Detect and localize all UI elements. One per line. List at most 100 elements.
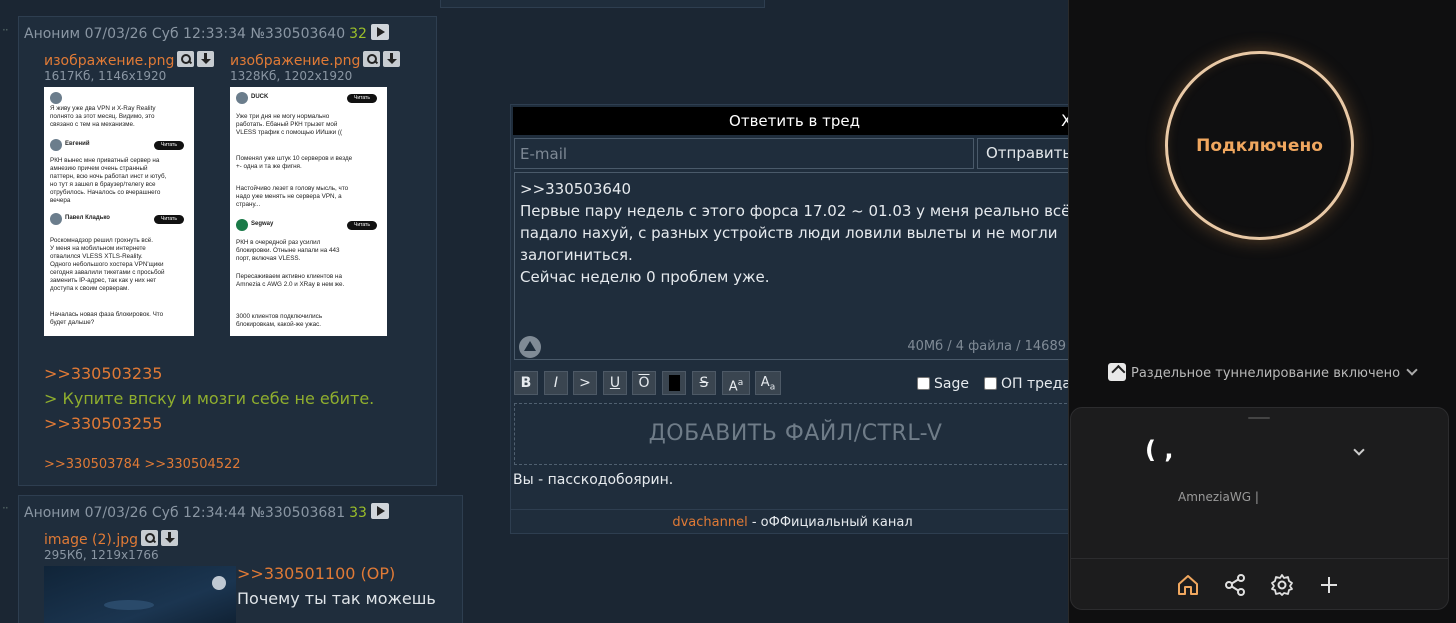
avatar: [50, 139, 62, 151]
search-icon[interactable]: [363, 51, 381, 67]
post-number[interactable]: №330503681: [250, 505, 345, 521]
post-collapse-handle[interactable]: ··: [2, 501, 9, 515]
thumb-text: надо уже менять не сервера VPN, а: [236, 193, 342, 200]
protocol-label: AmneziaWG |: [1178, 490, 1259, 504]
reply-link-op[interactable]: >>330501100 (OP): [237, 564, 395, 583]
avatar: [50, 213, 62, 225]
post-collapse-handle[interactable]: ··: [2, 23, 9, 37]
superscript-button[interactable]: Aa: [722, 371, 750, 395]
strike-button[interactable]: S: [692, 371, 716, 395]
sage-label: Sage: [934, 376, 969, 392]
file-link[interactable]: изображение.png: [230, 53, 360, 69]
download-icon[interactable]: [383, 51, 401, 67]
thumb-text: амнезию причем очень странный: [50, 165, 148, 172]
server-name[interactable]: ( ,: [1145, 436, 1173, 464]
reply-link[interactable]: >>330503235: [44, 364, 162, 383]
reply-form-title[interactable]: Ответить в тред X: [513, 107, 1076, 135]
thumb-text: отвалился VLESS XTLS-Reality.: [50, 253, 143, 260]
thumb-text: будет дальше?: [50, 319, 95, 326]
form-footer: dvachannel - оФФициальный канал: [511, 509, 1074, 530]
overline-button[interactable]: O: [632, 371, 656, 395]
underline-button[interactable]: U: [603, 371, 627, 395]
thumb-text: У меня на мобильном интернете: [50, 245, 146, 252]
file-info-1: изображение.png 1617Кб, 1146x1920: [44, 50, 215, 83]
message-textarea[interactable]: >>330503640 Первые пару недель с этого ф…: [514, 172, 1077, 360]
greentext-quote: > Купите впску и мозги себе не ебите.: [44, 389, 375, 408]
op-checkbox[interactable]: ОП треда: [984, 376, 1071, 392]
post-330503640: Аноним 07/03/26 Суб 12:33:34 №330503640 3…: [18, 16, 437, 486]
avatar: [236, 92, 248, 104]
split-tunneling-toggle[interactable]: Раздельное туннелирование включено: [1108, 363, 1418, 381]
thumb-button: Читать: [347, 221, 377, 230]
italic-button[interactable]: I: [544, 371, 568, 395]
post-header: Аноним 07/03/26 Суб 12:34:44 №330503681 3…: [24, 503, 389, 521]
reply-form: Ответить в тред X E-mail Отправить >>330…: [510, 104, 1077, 534]
logo-icon: [519, 336, 541, 358]
post-author: Аноним: [24, 505, 81, 521]
thumb-text: сегодня завалили тикетами с просьбой: [50, 269, 165, 276]
thumb-text: заменить IP-адрес, так как у них нет: [50, 277, 157, 284]
email-field[interactable]: E-mail: [514, 138, 974, 169]
image-thumbnail[interactable]: Я живу уже два VPN и X-Ray Reality полня…: [44, 87, 194, 336]
thumb-text: +- одна и та же фигня.: [236, 163, 302, 170]
reply-form-title-text: Ответить в тред: [729, 112, 860, 130]
checkbox-box[interactable]: [984, 377, 997, 390]
map-land-shape: [104, 600, 154, 610]
search-icon[interactable]: [177, 51, 195, 67]
subscript-button[interactable]: Aa: [755, 371, 781, 395]
footer-text: - оФФициальный канал: [747, 515, 913, 530]
post-number[interactable]: №330503640: [250, 26, 345, 42]
thumb-text: порт, включая VLESS.: [236, 255, 301, 262]
thumb-button: Читать: [347, 94, 377, 103]
thumb-text: Пересаживаем активно клиентов на: [236, 273, 342, 280]
thumb-text: полнято за этот месяц. Видимо, это: [50, 113, 155, 120]
spoiler-icon: [669, 375, 680, 391]
file-link[interactable]: изображение.png: [44, 53, 174, 69]
spoiler-button[interactable]: [662, 371, 686, 395]
file-meta: 295Кб, 1219x1766: [44, 548, 159, 562]
file-info-2: изображение.png 1328Кб, 1202x1920: [230, 50, 401, 83]
file-meta: 1617Кб, 1146x1920: [44, 69, 167, 83]
image-thumbnail[interactable]: DUCK Читать Уже три дня не могу нормальн…: [230, 87, 387, 336]
channel-link[interactable]: dvachannel: [672, 515, 747, 530]
send-button[interactable]: Отправить: [977, 138, 1077, 169]
chevron-down-icon: [1406, 364, 1418, 376]
add-icon[interactable]: [1316, 572, 1342, 598]
server-sheet: [1070, 407, 1449, 610]
split-tunnel-icon: [1108, 363, 1126, 381]
thumb-text: РКН в очередной раз усилил: [236, 239, 321, 246]
post-replies-count: 32: [349, 26, 367, 42]
thumb-text: Поменял уже штук 10 серверов и везде: [236, 155, 353, 162]
sage-checkbox[interactable]: Sage: [917, 376, 969, 392]
thumb-text: блокировки. Отныне напали на 443: [236, 247, 340, 254]
thumb-text: 3000 клиентов подключились: [236, 313, 323, 320]
thumb-text: отрубилось. Началось со вчерашнего: [50, 189, 161, 196]
thumb-author: DUCK: [251, 94, 269, 100]
download-icon[interactable]: [161, 530, 179, 546]
post-author: Аноним: [24, 26, 81, 42]
post-330503681: Аноним 07/03/26 Суб 12:34:44 №330503681 3…: [18, 495, 463, 623]
thumb-text: Началась новая фаза блокировок. Что: [50, 311, 164, 318]
share-icon[interactable]: [1222, 572, 1248, 598]
thumb-text: работать. Ебаный РКН трызет мой: [236, 121, 338, 128]
file-dropzone[interactable]: ДОБАВИТЬ ФАЙЛ/CTRL-V: [514, 403, 1077, 465]
search-icon[interactable]: [141, 530, 159, 546]
gear-icon[interactable]: [1269, 572, 1295, 598]
home-icon[interactable]: [1175, 572, 1201, 598]
bold-button[interactable]: B: [514, 371, 538, 395]
reply-link[interactable]: >>330503255: [44, 414, 162, 433]
quote-button[interactable]: >: [573, 371, 597, 395]
backlinks[interactable]: >>330503784 >>330504522: [44, 457, 241, 472]
thumb-text: РКН вынес мне приватный сервер на: [50, 157, 160, 164]
thumb-button: Читать: [154, 141, 184, 150]
file-link[interactable]: image (2).jpg: [44, 532, 138, 548]
thumb-text: Я живу уже два VPN и X-Ray Reality: [50, 105, 156, 112]
play-icon[interactable]: [370, 503, 389, 519]
sheet-grabber[interactable]: [1248, 417, 1270, 419]
download-icon[interactable]: [197, 51, 215, 67]
checkbox-box[interactable]: [917, 377, 930, 390]
post-header: Аноним 07/03/26 Суб 12:33:34 №330503640 3…: [24, 24, 389, 42]
play-icon[interactable]: [370, 24, 389, 40]
image-thumbnail[interactable]: [44, 566, 236, 623]
map-marker-icon: [212, 576, 226, 590]
